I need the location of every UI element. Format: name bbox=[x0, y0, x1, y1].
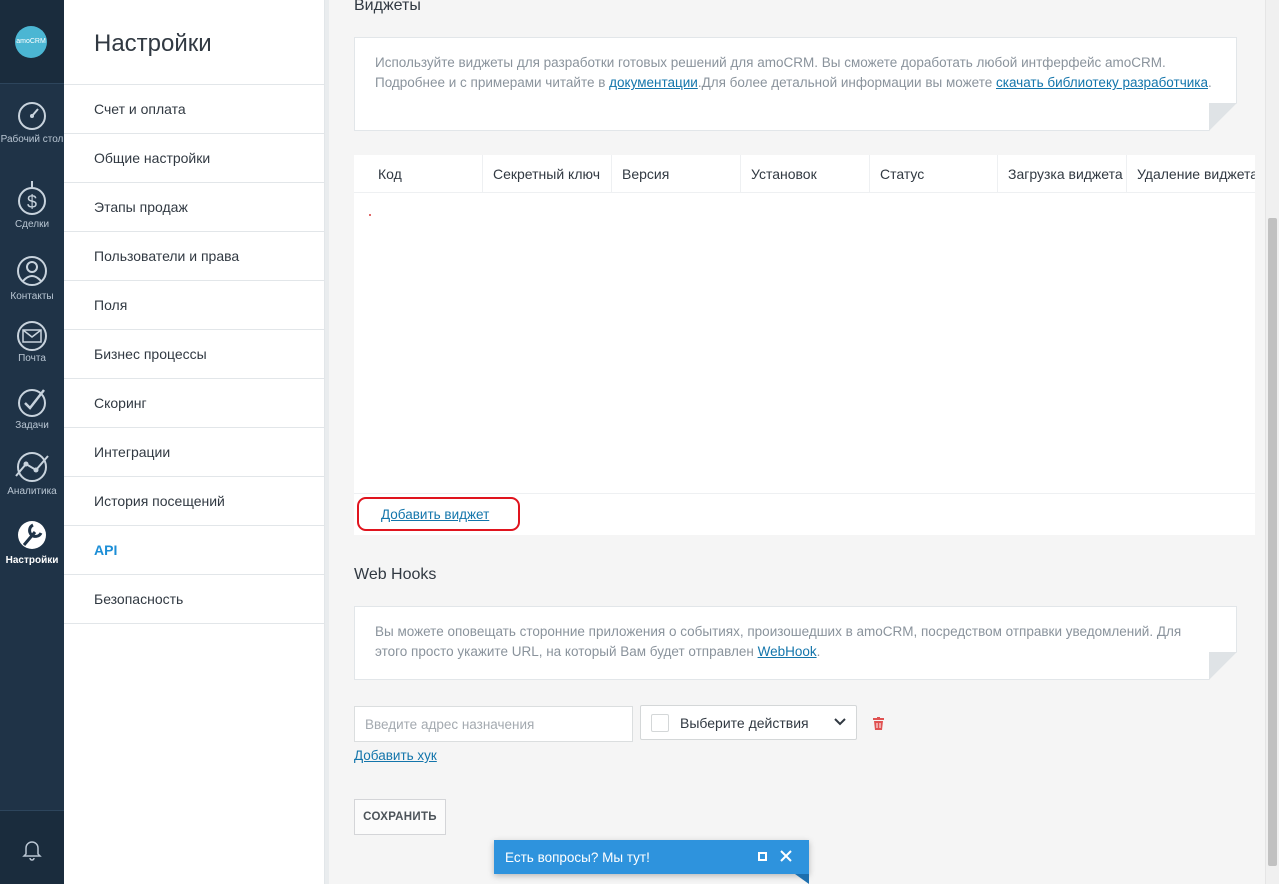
trash-icon[interactable] bbox=[873, 717, 884, 730]
settings-item-fields[interactable]: Поля bbox=[64, 281, 324, 330]
settings-sidebar: Настройки Счет и оплата Общие настройки … bbox=[64, 0, 325, 884]
add-widget-link[interactable]: Добавить виджет bbox=[381, 507, 489, 522]
nav-label: Рабочий стол bbox=[0, 134, 64, 145]
documentation-link[interactable]: документации bbox=[609, 75, 698, 90]
nav-item-mail[interactable]: Почта bbox=[0, 321, 64, 387]
mail-icon bbox=[17, 321, 47, 351]
nav-item-deals[interactable]: $ Сделки bbox=[0, 181, 64, 247]
webhook-url-input[interactable] bbox=[354, 706, 633, 742]
column-header-secret-key[interactable]: Секретный ключ bbox=[483, 155, 612, 193]
analytics-icon bbox=[15, 452, 49, 482]
bell-icon[interactable] bbox=[22, 839, 42, 861]
webhooks-info-note: Вы можете оповещать сторонние приложения… bbox=[354, 606, 1237, 680]
settings-item-visit-history[interactable]: История посещений bbox=[64, 477, 324, 526]
widgets-table-header: Код Секретный ключ Версия Установок Стат… bbox=[354, 155, 1255, 193]
webhooks-note-text: . bbox=[816, 644, 821, 659]
chat-bar[interactable]: Есть вопросы? Мы тут! bbox=[494, 840, 809, 874]
nav-item-analytics[interactable]: Аналитика bbox=[0, 450, 64, 516]
nav-item-contacts[interactable]: Контакты bbox=[0, 253, 64, 319]
column-header-widget-upload[interactable]: Загрузка виджета bbox=[998, 155, 1127, 193]
settings-item-users[interactable]: Пользователи и права bbox=[64, 232, 324, 281]
nav-label: Контакты bbox=[10, 291, 54, 302]
nav-label: Задачи bbox=[15, 420, 49, 431]
settings-item-integrations[interactable]: Интеграции bbox=[64, 428, 324, 477]
nav-label: Настройки bbox=[5, 555, 59, 566]
save-button[interactable]: СОХРАНИТЬ bbox=[354, 799, 446, 835]
chevron-down-icon bbox=[834, 718, 846, 726]
scrollbar-thumb[interactable] bbox=[1268, 218, 1277, 866]
settings-item-billing[interactable]: Счет и оплата bbox=[64, 85, 324, 134]
empty-row-marker bbox=[369, 214, 371, 216]
nav-label: Сделки bbox=[14, 219, 50, 230]
tasks-check-icon bbox=[18, 389, 46, 417]
settings-item-business-processes[interactable]: Бизнес процессы bbox=[64, 330, 324, 379]
widgets-info-note: Используйте виджеты для разработки готов… bbox=[354, 37, 1237, 131]
settings-item-scoring[interactable]: Скоринг bbox=[64, 379, 324, 428]
column-header-installs[interactable]: Установок bbox=[741, 155, 870, 193]
nav-bottom bbox=[0, 810, 64, 884]
widgets-table: Код Секретный ключ Версия Установок Стат… bbox=[354, 155, 1255, 535]
webhook-link[interactable]: WebHook bbox=[758, 644, 817, 659]
amocrm-logo[interactable]: amoCRM bbox=[15, 26, 47, 58]
settings-item-pipeline[interactable]: Этапы продаж bbox=[64, 183, 324, 232]
add-widget-highlight: Добавить виджет bbox=[357, 497, 520, 531]
logo-area: amoCRM bbox=[0, 0, 64, 84]
widgets-table-body bbox=[354, 194, 1255, 494]
column-header-version[interactable]: Версия bbox=[612, 155, 741, 193]
contacts-icon bbox=[17, 256, 47, 286]
nav-label: Аналитика bbox=[7, 486, 57, 497]
deals-dollar-icon: $ bbox=[18, 181, 46, 215]
settings-item-general[interactable]: Общие настройки bbox=[64, 134, 324, 183]
settings-item-security[interactable]: Безопасность bbox=[64, 575, 324, 624]
page-scrollbar[interactable] bbox=[1265, 0, 1279, 884]
widgets-note-text: .Для более детальной информации вы может… bbox=[697, 75, 996, 90]
settings-wrench-icon bbox=[18, 521, 46, 549]
nav-item-settings[interactable]: Настройки bbox=[0, 517, 64, 583]
chat-title: Есть вопросы? Мы тут! bbox=[505, 850, 650, 865]
actions-select-label: Выберите действия bbox=[680, 715, 809, 731]
widgets-title: Виджеты bbox=[354, 0, 421, 14]
column-header-code[interactable]: Код bbox=[354, 155, 483, 193]
main-content: Виджеты Используйте виджеты для разработ… bbox=[329, 0, 1265, 884]
settings-menu: Счет и оплата Общие настройки Этапы прод… bbox=[64, 84, 324, 624]
nav-item-dashboard[interactable]: Рабочий стол bbox=[0, 100, 64, 166]
nav-item-tasks[interactable]: Задачи bbox=[0, 386, 64, 452]
webhooks-title: Web Hooks bbox=[354, 566, 437, 583]
close-icon[interactable] bbox=[779, 849, 793, 863]
add-hook-link[interactable]: Добавить хук bbox=[354, 748, 437, 763]
svg-text:$: $ bbox=[27, 192, 37, 212]
actions-checkbox[interactable] bbox=[651, 714, 669, 732]
maximize-icon[interactable] bbox=[758, 852, 767, 861]
widgets-note-text: . bbox=[1208, 75, 1212, 90]
webhook-actions-select[interactable]: Выберите действия bbox=[640, 705, 857, 740]
dashboard-icon bbox=[18, 102, 46, 130]
settings-item-api[interactable]: API bbox=[64, 526, 324, 575]
chat-tail bbox=[795, 874, 809, 884]
settings-title: Настройки bbox=[94, 30, 212, 57]
column-header-widget-delete[interactable]: Удаление виджета bbox=[1127, 155, 1255, 193]
column-header-status[interactable]: Статус bbox=[870, 155, 998, 193]
download-library-link[interactable]: скачать библиотеку разработчика bbox=[996, 75, 1208, 90]
nav-label: Почта bbox=[18, 353, 46, 364]
chat-widget[interactable]: Есть вопросы? Мы тут! bbox=[494, 840, 809, 884]
left-navigation: amoCRM Рабочий стол $ Сделки Контакты По… bbox=[0, 0, 64, 884]
